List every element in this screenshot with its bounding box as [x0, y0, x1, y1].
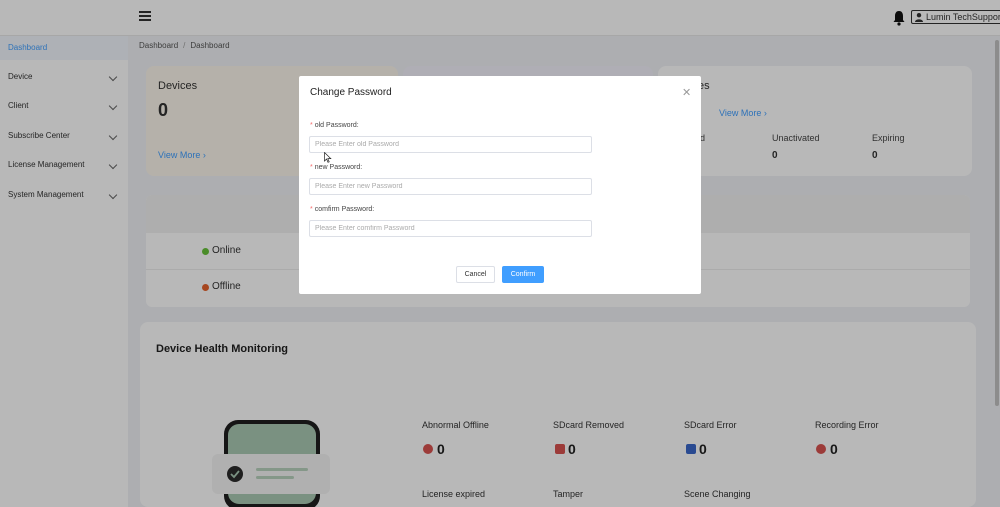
cancel-button[interactable]: Cancel [456, 266, 495, 283]
new-password-input[interactable] [309, 178, 592, 195]
old-password-label: * old Password: [310, 122, 359, 129]
change-password-dialog: Change Password ✕ * old Password: * new Pa… [299, 76, 701, 294]
mouse-cursor-icon [324, 152, 332, 163]
confirm-password-input[interactable] [309, 220, 592, 237]
old-password-input[interactable] [309, 136, 592, 153]
close-icon[interactable]: ✕ [682, 86, 691, 99]
confirm-password-label: * comfirm Password: [310, 206, 375, 213]
confirm-button[interactable]: Confirm [502, 266, 544, 283]
dialog-title: Change Password [310, 87, 392, 98]
new-password-label: * new Password: [310, 164, 363, 171]
page-scrollbar[interactable] [995, 40, 999, 406]
